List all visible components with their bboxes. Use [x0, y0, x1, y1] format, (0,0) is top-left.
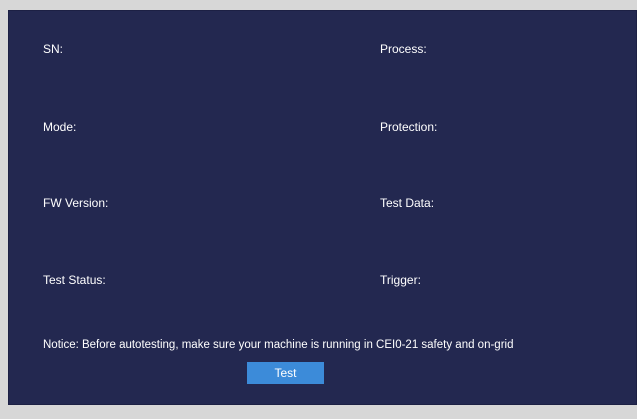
notice-text: Notice: Before autotesting, make sure yo…: [43, 339, 514, 351]
test-status-label: Test Status:: [43, 273, 106, 287]
test-button[interactable]: Test: [247, 362, 324, 384]
trigger-label: Trigger:: [380, 273, 421, 287]
window-frame: SN: Process: Mode: Protection: FW Versio…: [0, 0, 637, 419]
autotest-panel: SN: Process: Mode: Protection: FW Versio…: [8, 10, 637, 405]
fw-version-label: FW Version:: [43, 196, 109, 210]
protection-label: Protection:: [380, 120, 438, 134]
sn-label: SN:: [43, 42, 64, 56]
mode-label: Mode:: [43, 120, 77, 134]
test-data-label: Test Data:: [380, 196, 435, 210]
process-label: Process:: [380, 42, 427, 56]
